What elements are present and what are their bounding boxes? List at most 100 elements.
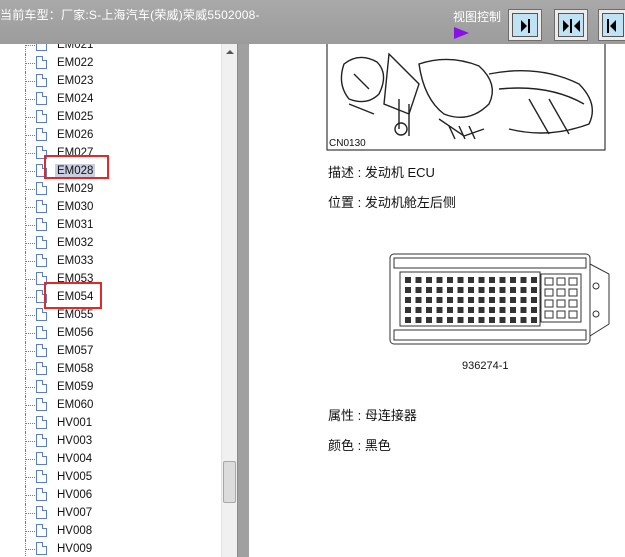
tree-item-label[interactable]: EM055 <box>55 308 95 322</box>
connector-pin <box>436 277 443 283</box>
tree-item-label[interactable]: HV003 <box>55 434 94 448</box>
connector-pin <box>478 297 485 303</box>
tree-item-label[interactable]: HV005 <box>55 470 94 484</box>
tree-item[interactable]: HV007 <box>0 504 221 522</box>
tree-item-label[interactable]: HV007 <box>55 506 94 520</box>
tree-connector-branch <box>26 117 35 118</box>
document-icon <box>36 452 47 465</box>
tree-item[interactable]: EM031 <box>0 216 221 234</box>
tree-item[interactable]: EM033 <box>0 252 221 270</box>
tree-item[interactable]: HV004 <box>0 450 221 468</box>
connector-pin <box>478 277 485 283</box>
tree-item[interactable]: HV005 <box>0 468 221 486</box>
tree-item-label[interactable]: EM022 <box>55 56 95 70</box>
tree-item-label[interactable]: EM021 <box>55 44 95 52</box>
tree-item[interactable]: EM030 <box>0 198 221 216</box>
tree-item[interactable]: EM058 <box>0 360 221 378</box>
tree-item[interactable]: EM024 <box>0 90 221 108</box>
tree-item[interactable]: HV001 <box>0 414 221 432</box>
tree-item-label[interactable]: EM060 <box>55 398 95 412</box>
tree-item[interactable]: EM026 <box>0 126 221 144</box>
connector-pin <box>520 317 527 323</box>
connector-pin <box>468 287 474 293</box>
connector-pin-large <box>556 310 566 319</box>
tree-item[interactable]: EM029 <box>0 180 221 198</box>
highlight-box-em028 <box>44 155 109 179</box>
tree-item-label[interactable]: EM032 <box>55 236 95 250</box>
connector-pin <box>457 297 464 303</box>
view-expand-right-button[interactable] <box>508 9 542 41</box>
tree-item[interactable]: EM056 <box>0 324 221 342</box>
tree-item-label[interactable]: EM033 <box>55 254 95 268</box>
tree-item-label[interactable]: EM056 <box>55 326 95 340</box>
document-icon <box>36 92 47 105</box>
tree-item[interactable]: EM023 <box>0 72 221 90</box>
tree-item[interactable]: EM059 <box>0 378 221 396</box>
connector-pin <box>415 297 422 303</box>
connector-tree[interactable]: EM021 EM022 EM023 EM024 EM025 EM026 EM027 EM028… <box>0 44 221 557</box>
connector-pin <box>499 307 506 313</box>
tree-item[interactable]: HV006 <box>0 486 221 504</box>
connector-pin <box>436 307 443 313</box>
tree-item[interactable]: EM060 <box>0 396 221 414</box>
tree-item-label[interactable]: HV008 <box>55 524 94 538</box>
tree-item[interactable]: EM054 <box>0 288 221 306</box>
connector-pin <box>468 277 474 283</box>
tree-item[interactable]: EM027 <box>0 144 221 162</box>
arrow-left-bar-icon <box>607 19 616 33</box>
tree-item[interactable]: EM053 <box>0 270 221 288</box>
tree-item-label[interactable]: HV001 <box>55 416 94 430</box>
tree-connector-branch <box>26 333 35 334</box>
connector-pin <box>531 297 537 303</box>
tree-item[interactable]: EM032 <box>0 234 221 252</box>
tree-item-label[interactable]: EM026 <box>55 128 95 142</box>
tree-item-label[interactable]: EM025 <box>55 110 95 124</box>
tree-item[interactable]: HV009 <box>0 540 221 557</box>
document-icon <box>36 380 47 393</box>
tree-item[interactable]: HV003 <box>0 432 221 450</box>
tree-scrollbar[interactable] <box>221 44 237 557</box>
connector-pin <box>531 317 537 323</box>
tree-item[interactable]: EM057 <box>0 342 221 360</box>
scroll-up-arrow-icon[interactable] <box>222 44 237 60</box>
connector-pin <box>489 297 495 303</box>
connector-pin <box>520 307 527 313</box>
tree-item[interactable]: EM021 <box>0 44 221 54</box>
tree-item-label[interactable]: EM058 <box>55 362 95 376</box>
scroll-thumb[interactable] <box>223 461 236 503</box>
connector-pin <box>447 307 453 313</box>
attribute-text: 属性 : 母连接器 <box>328 408 417 423</box>
tree-item[interactable]: EM025 <box>0 108 221 126</box>
tree-connector-branch <box>26 153 35 154</box>
view-split-button[interactable] <box>554 9 588 41</box>
view-expand-left-button[interactable] <box>598 9 625 41</box>
tree-item-label[interactable]: HV004 <box>55 452 94 466</box>
tree-item-label[interactable]: EM024 <box>55 92 95 106</box>
tree-item-label[interactable]: HV009 <box>55 542 94 556</box>
tree-item-label[interactable]: EM057 <box>55 344 95 358</box>
tree-item-label[interactable]: EM031 <box>55 218 95 232</box>
connector-pin <box>468 317 474 323</box>
tree-item-label[interactable]: EM029 <box>55 182 95 196</box>
connector-pin <box>510 297 516 303</box>
tree-item[interactable]: EM028 <box>0 162 221 180</box>
tree-item-label[interactable]: HV006 <box>55 488 94 502</box>
highlight-box-em054 <box>44 282 102 309</box>
tree-connector-branch <box>26 63 35 64</box>
tree-item[interactable]: EM022 <box>0 54 221 72</box>
tree-connector-branch <box>26 459 35 460</box>
connector-pin <box>478 317 485 323</box>
connector-pin <box>468 307 474 313</box>
tree-item[interactable]: EM055 <box>0 306 221 324</box>
tree-item[interactable]: HV008 <box>0 522 221 540</box>
tree-item-label[interactable]: EM030 <box>55 200 95 214</box>
document-icon <box>36 44 47 51</box>
play-icon[interactable] <box>454 27 469 39</box>
tree-item-label[interactable]: EM023 <box>55 74 95 88</box>
tree-connector-branch <box>26 387 35 388</box>
connector-pin <box>457 287 464 293</box>
pane-divider[interactable] <box>237 44 249 557</box>
figure-code: CN0130 <box>329 138 366 149</box>
connector-pin-large <box>544 310 554 319</box>
tree-item-label[interactable]: EM059 <box>55 380 95 394</box>
